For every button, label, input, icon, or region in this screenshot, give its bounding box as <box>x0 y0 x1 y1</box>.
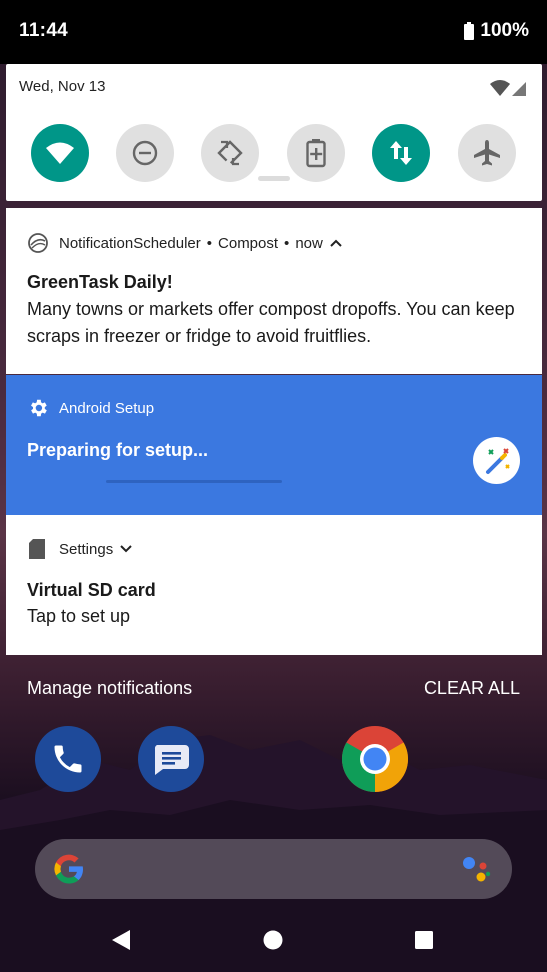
sd-card-icon <box>29 539 45 559</box>
airplane-mode-tile[interactable] <box>458 124 516 182</box>
status-right: 100% <box>464 20 529 42</box>
battery-saver-tile[interactable] <box>287 124 345 182</box>
notification-channel: Compost <box>218 234 279 252</box>
status-bar: 11:44 100% <box>0 0 547 64</box>
messages-app-icon[interactable] <box>138 726 204 792</box>
scheduler-app-icon <box>28 233 48 253</box>
do-not-disturb-tile[interactable] <box>116 124 174 182</box>
navigation-bar <box>0 905 547 972</box>
notification-app-name: NotificationScheduler <box>59 234 201 252</box>
signal-icon <box>490 80 526 96</box>
auto-rotate-icon <box>217 140 243 166</box>
magic-wand-icon <box>485 447 510 474</box>
manage-notifications-button[interactable]: Manage notifications <box>27 678 192 699</box>
notification-header: NotificationScheduler • Compost • now <box>27 232 343 254</box>
google-search-bar[interactable] <box>35 839 512 899</box>
qs-expand-handle[interactable] <box>258 176 290 181</box>
status-time: 11:44 <box>19 20 69 41</box>
chevron-up-icon[interactable] <box>329 238 343 248</box>
notification-text: Many towns or markets offer compost drop… <box>27 299 515 346</box>
chrome-app-icon[interactable] <box>342 726 408 792</box>
setup-wizard-icon <box>473 437 520 484</box>
battery-saver-icon <box>306 139 326 168</box>
gear-icon <box>31 399 47 417</box>
wifi-icon <box>46 142 74 164</box>
airplane-icon <box>474 140 500 166</box>
message-icon <box>154 745 189 775</box>
separator-dot: • <box>284 234 290 252</box>
mobile-data-icon <box>390 141 412 165</box>
notification-title: Virtual SD card <box>27 580 156 600</box>
setup-progress-bar <box>106 480 282 483</box>
google-g-icon <box>54 854 83 884</box>
auto-rotate-tile[interactable] <box>201 124 259 182</box>
home-icon[interactable] <box>262 929 284 951</box>
phone-icon <box>54 745 82 773</box>
notification-title: Preparing for setup... <box>27 440 209 460</box>
recents-icon[interactable] <box>413 929 435 951</box>
notification-title: GreenTask Daily! <box>27 272 173 292</box>
chevron-down-icon[interactable] <box>119 544 133 554</box>
notification-app-name: Settings <box>59 540 114 558</box>
notification-time: now <box>295 234 323 252</box>
notification-app-name: Android Setup <box>59 399 155 417</box>
battery-percentage: 100% <box>480 20 529 41</box>
notification-actions-row: Manage notifications CLEAR ALL <box>0 672 547 706</box>
notification-header: Android Setup <box>27 397 154 419</box>
phone-app-icon[interactable] <box>35 726 101 792</box>
notification-text: Tap to set up <box>27 606 131 626</box>
wifi-tile[interactable] <box>31 124 89 182</box>
clear-all-button[interactable]: CLEAR ALL <box>424 678 520 699</box>
battery-icon <box>464 22 475 40</box>
chrome-icon <box>342 726 408 792</box>
notification-android-setup[interactable]: Android Setup Preparing for setup... <box>6 375 542 515</box>
qs-date[interactable]: Wed, Nov 13 <box>19 78 105 95</box>
notification-greentask[interactable]: NotificationScheduler • Compost • now Gr… <box>6 208 542 374</box>
notification-header: Settings <box>27 538 133 560</box>
mobile-data-tile[interactable] <box>372 124 430 182</box>
separator-dot: • <box>206 234 213 252</box>
quick-settings-panel: Wed, Nov 13 <box>6 64 542 201</box>
back-icon[interactable] <box>110 928 132 952</box>
notification-settings[interactable]: Settings Virtual SD card Tap to set up <box>6 515 542 655</box>
do-not-disturb-icon <box>132 140 158 166</box>
google-assistant-icon[interactable] <box>460 853 492 885</box>
